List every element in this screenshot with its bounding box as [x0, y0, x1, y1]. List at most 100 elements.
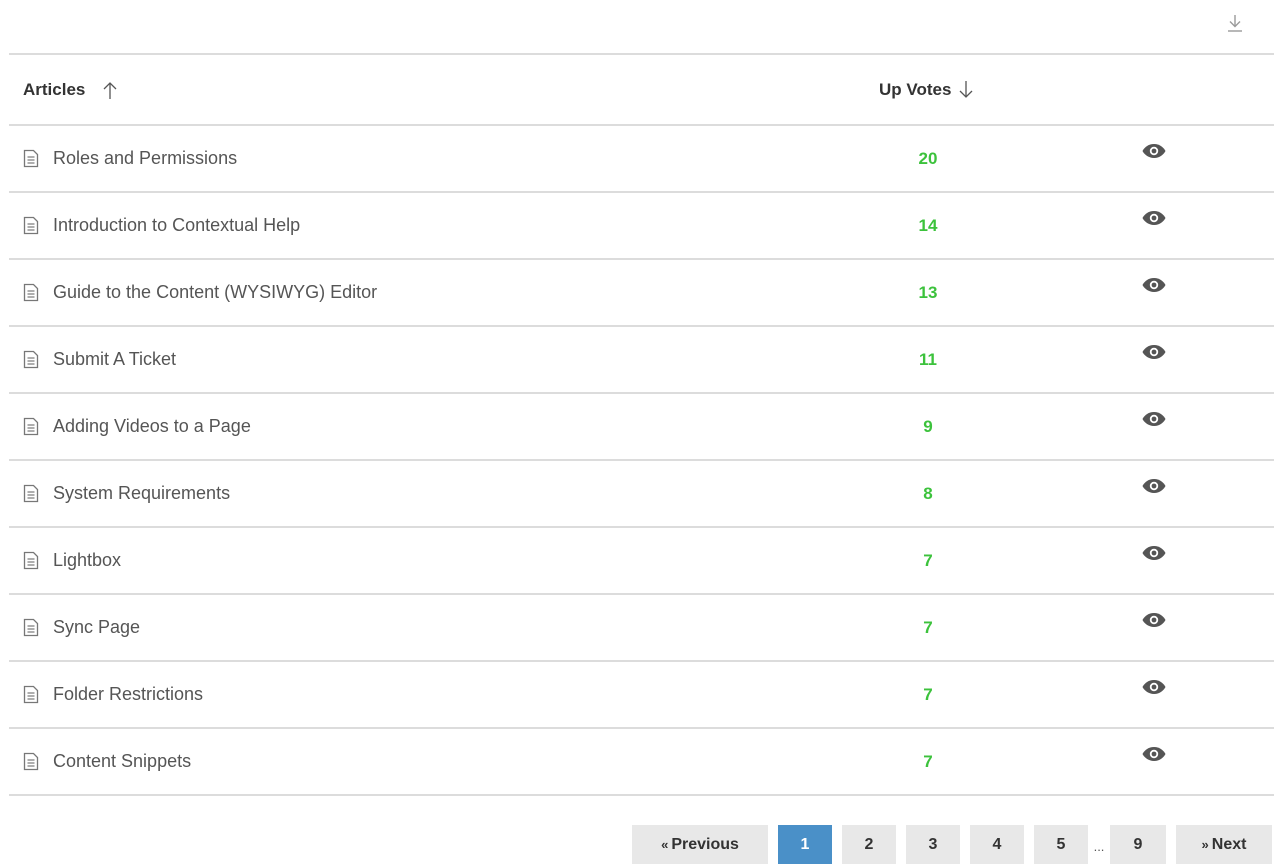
up-votes-count: 13 [918, 282, 938, 302]
page-button-2[interactable]: 2 [842, 825, 896, 864]
article-title-link[interactable]: System Requirements [53, 483, 230, 504]
table-row: Submit A Ticket 11 [9, 327, 1274, 394]
article-cell: Adding Videos to a Page [9, 394, 251, 459]
eye-icon[interactable] [1142, 143, 1166, 159]
votes-cell: 13 [879, 260, 1019, 325]
eye-icon[interactable] [1142, 210, 1166, 226]
up-votes-header-label: Up Votes [879, 79, 952, 99]
up-votes-count: 14 [918, 215, 938, 235]
article-cell: Sync Page [9, 595, 140, 660]
next-page-button[interactable]: » Next [1176, 825, 1272, 864]
table-row: System Requirements 8 [9, 461, 1274, 528]
table-row: Adding Videos to a Page 9 [9, 394, 1274, 461]
previous-page-button[interactable]: « Previous [632, 825, 768, 864]
eye-icon[interactable] [1142, 411, 1166, 427]
article-title-link[interactable]: Adding Videos to a Page [53, 416, 251, 437]
eye-icon[interactable] [1142, 478, 1166, 494]
article-title-link[interactable]: Submit A Ticket [53, 349, 176, 370]
page-button-5[interactable]: 5 [1034, 825, 1088, 864]
pagination-ellipsis: ... [1093, 839, 1105, 854]
article-title-link[interactable]: Content Snippets [53, 751, 191, 772]
view-cell [1139, 662, 1169, 727]
previous-label: Previous [671, 835, 739, 853]
download-icon [1228, 15, 1242, 32]
double-chevron-left-icon: « [661, 837, 669, 852]
eye-icon[interactable] [1142, 545, 1166, 561]
document-icon [23, 484, 41, 504]
votes-cell: 8 [879, 461, 1019, 526]
view-cell [1139, 729, 1169, 794]
up-votes-count: 7 [923, 617, 933, 637]
view-cell [1139, 595, 1169, 660]
document-icon [23, 216, 41, 236]
up-votes-count: 7 [923, 751, 933, 771]
articles-header-label: Articles [23, 79, 86, 99]
page-button-3[interactable]: 3 [906, 825, 960, 864]
votes-cell: 7 [879, 528, 1019, 593]
votes-cell: 11 [879, 327, 1019, 392]
article-title-link[interactable]: Sync Page [53, 617, 140, 638]
document-icon [23, 283, 41, 303]
sort-ascending-icon[interactable] [103, 80, 117, 100]
up-votes-count: 7 [923, 684, 933, 704]
table-row: Guide to the Content (WYSIWYG) Editor 13 [9, 260, 1274, 327]
view-cell [1139, 193, 1169, 258]
table-row: Content Snippets 7 [9, 729, 1274, 796]
table-header-row: Articles Up Votes [9, 55, 1274, 126]
double-chevron-right-icon: » [1201, 837, 1209, 852]
view-cell [1139, 528, 1169, 593]
article-cell: Submit A Ticket [9, 327, 176, 392]
up-votes-count: 7 [923, 550, 933, 570]
table-row: Roles and Permissions 20 [9, 126, 1274, 193]
pagination: « Previous 1 2 3 4 5 ... 9 » Next [632, 825, 1272, 864]
votes-cell: 9 [879, 394, 1019, 459]
article-title-link[interactable]: Roles and Permissions [53, 148, 237, 169]
table-row: Folder Restrictions 7 [9, 662, 1274, 729]
votes-cell: 14 [879, 193, 1019, 258]
eye-icon[interactable] [1142, 679, 1166, 695]
table-row: Introduction to Contextual Help 14 [9, 193, 1274, 260]
votes-cell: 7 [879, 729, 1019, 794]
article-cell: System Requirements [9, 461, 230, 526]
up-votes-count: 20 [918, 148, 938, 168]
eye-icon[interactable] [1142, 612, 1166, 628]
article-cell: Roles and Permissions [9, 126, 237, 191]
article-cell: Content Snippets [9, 729, 191, 794]
votes-cell: 7 [879, 662, 1019, 727]
eye-icon[interactable] [1142, 746, 1166, 762]
next-label: Next [1211, 835, 1247, 853]
sort-descending-icon[interactable] [959, 80, 973, 100]
article-cell: Introduction to Contextual Help [9, 193, 300, 258]
articles-table: Articles Up Votes Roles and Permissions … [9, 53, 1274, 796]
eye-icon[interactable] [1142, 277, 1166, 293]
view-cell [1139, 126, 1169, 191]
article-title-link[interactable]: Folder Restrictions [53, 684, 203, 705]
document-icon [23, 551, 41, 571]
view-cell [1139, 461, 1169, 526]
document-icon [23, 752, 41, 772]
article-title-link[interactable]: Lightbox [53, 550, 121, 571]
page-button-4[interactable]: 4 [970, 825, 1024, 864]
page-button-1[interactable]: 1 [778, 825, 832, 864]
articles-column-header[interactable]: Articles [9, 55, 117, 124]
up-votes-count: 8 [923, 483, 933, 503]
article-cell: Folder Restrictions [9, 662, 203, 727]
page: Articles Up Votes Roles and Permissions … [0, 0, 1276, 864]
article-title-link[interactable]: Introduction to Contextual Help [53, 215, 300, 236]
up-votes-count: 11 [919, 349, 937, 369]
download-button[interactable] [1224, 10, 1246, 36]
up-votes-column-header[interactable]: Up Votes [879, 55, 1019, 124]
votes-cell: 20 [879, 126, 1019, 191]
view-cell [1139, 327, 1169, 392]
view-cell [1139, 260, 1169, 325]
document-icon [23, 618, 41, 638]
article-cell: Lightbox [9, 528, 121, 593]
page-button-9[interactable]: 9 [1110, 825, 1166, 864]
article-title-link[interactable]: Guide to the Content (WYSIWYG) Editor [53, 282, 377, 303]
document-icon [23, 685, 41, 705]
eye-icon[interactable] [1142, 344, 1166, 360]
up-votes-count: 9 [923, 416, 933, 436]
table-body: Roles and Permissions 20 Introduction to… [9, 126, 1274, 796]
table-row: Lightbox 7 [9, 528, 1274, 595]
document-icon [23, 350, 41, 370]
